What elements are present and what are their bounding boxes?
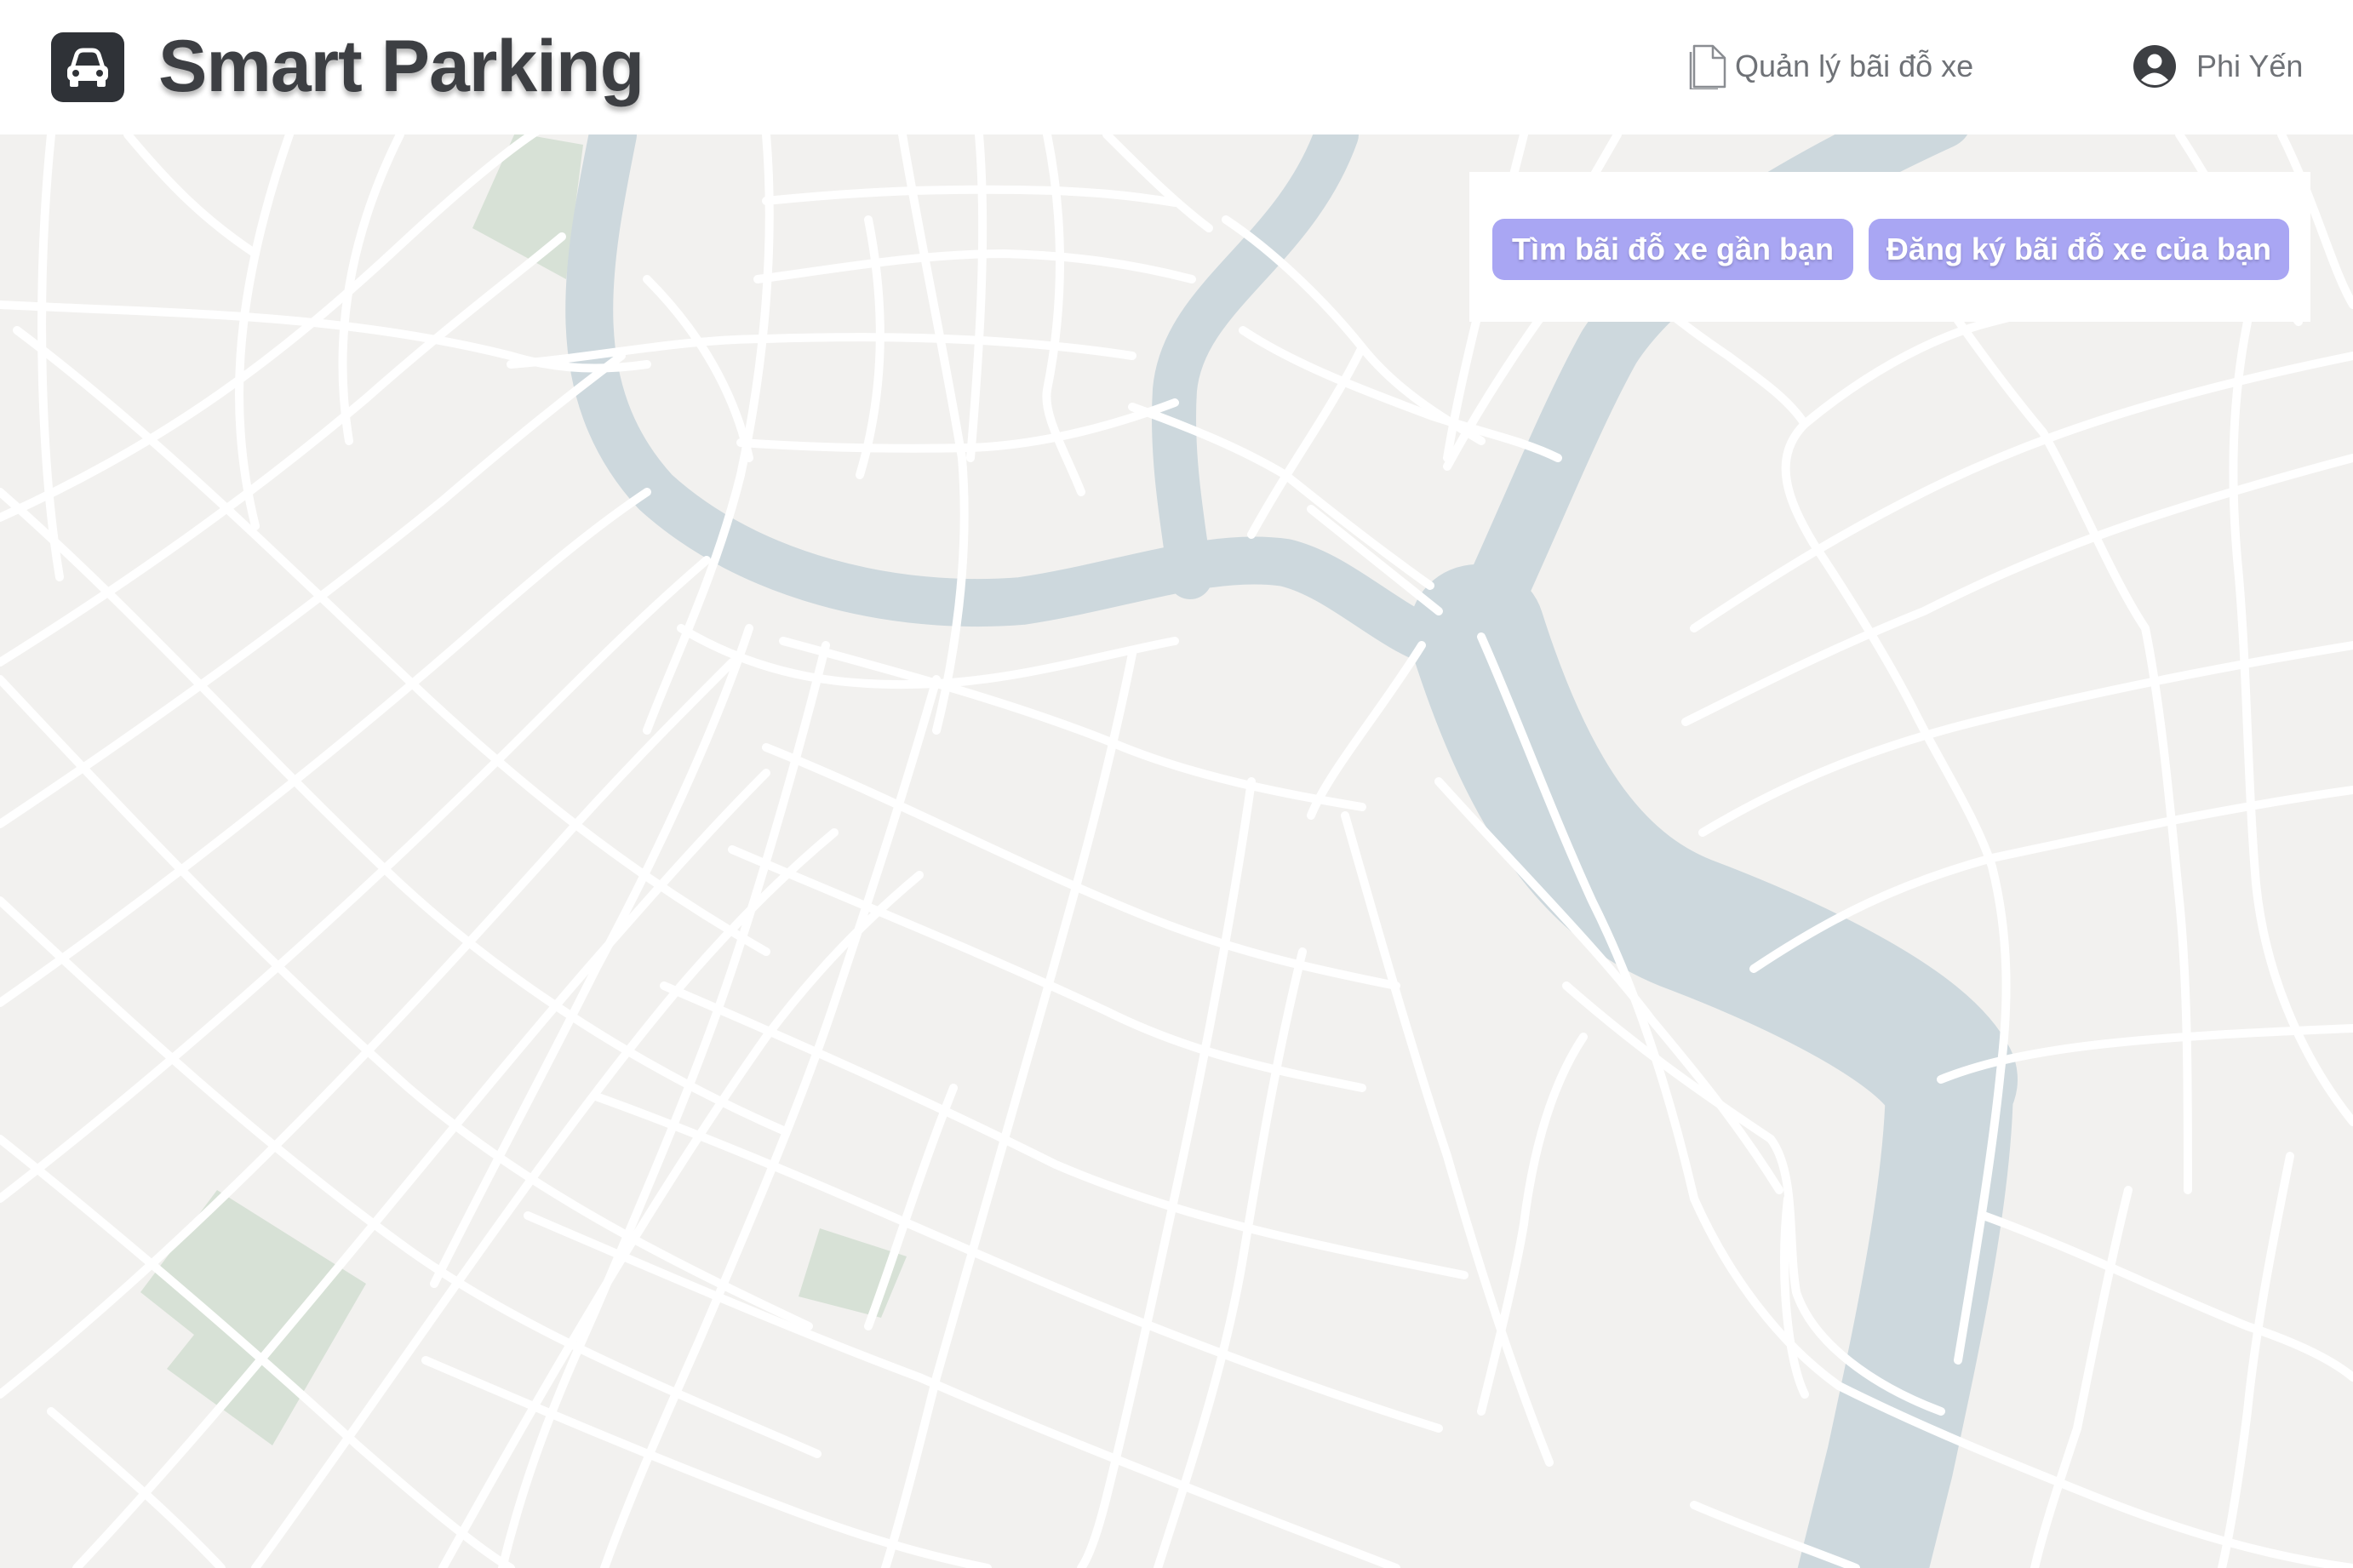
user-menu[interactable]: Phi Yến (2132, 43, 2303, 90)
action-panel: Tìm bãi đỗ xe gần bạn Đăng ký bãi đỗ xe … (1469, 172, 2310, 322)
document-icon (1689, 44, 1726, 89)
nav-parking-management-label: Quản lý bãi đỗ xe (1735, 49, 1974, 83)
top-bar: Smart Parking Quản lý bãi đỗ xe Phi Yến (0, 0, 2353, 134)
nav-parking-management[interactable]: Quản lý bãi đỗ xe (1689, 43, 1973, 90)
city-map[interactable] (0, 134, 2353, 1568)
app-title: Smart Parking (158, 26, 644, 107)
user-circle-icon (2133, 45, 2176, 88)
user-name: Phi Yến (2196, 49, 2304, 83)
car-icon[interactable] (51, 32, 124, 102)
find-nearby-parking-button[interactable]: Tìm bãi đỗ xe gần bạn (1492, 219, 1853, 280)
register-parking-lot-button[interactable]: Đăng ký bãi đỗ xe của bạn (1869, 219, 2289, 280)
